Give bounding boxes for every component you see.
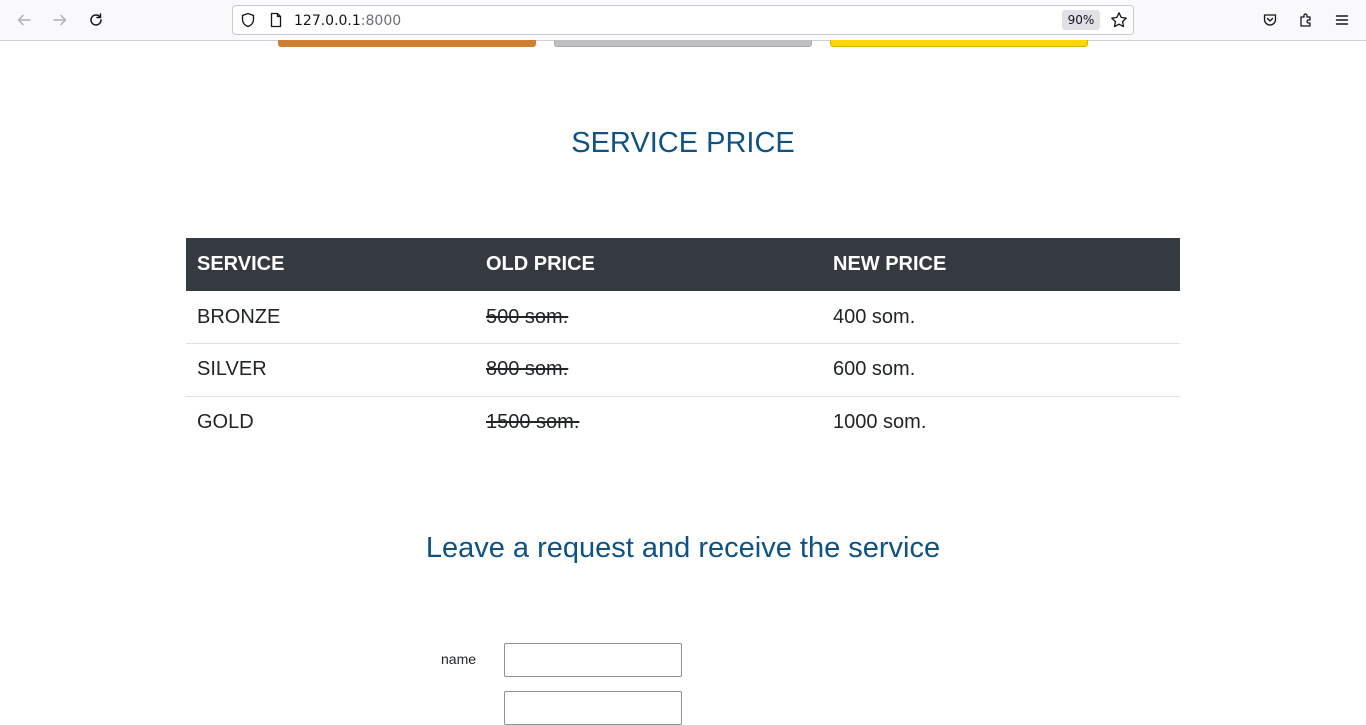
gold-button[interactable] xyxy=(830,40,1088,47)
service-cell: BRONZE xyxy=(186,291,475,344)
service-cell: SILVER xyxy=(186,343,475,397)
table-row: SILVER 800 som. 600 som. xyxy=(186,343,1180,397)
new-price-cell: 400 som. xyxy=(822,291,1180,344)
old-price-cell: 1500 som. xyxy=(486,411,580,433)
name-input[interactable] xyxy=(504,643,682,677)
page-icon[interactable] xyxy=(268,12,284,28)
table-header-row: SERVICE OLD PRICE NEW PRICE xyxy=(186,238,1180,291)
column-header-new-price: NEW PRICE xyxy=(822,238,1180,291)
star-icon[interactable] xyxy=(1110,11,1128,29)
url-host: 127.0.0.1 xyxy=(294,13,361,29)
service-cell: GOLD xyxy=(197,411,254,433)
url-bar[interactable]: 127.0.0.1:8000 90% xyxy=(232,5,1134,35)
table-row: GOLD 1500 som. 1000 som. xyxy=(186,396,1180,449)
url-port: :8000 xyxy=(360,13,402,29)
back-icon[interactable] xyxy=(10,6,38,34)
zoom-level-badge[interactable]: 90% xyxy=(1062,10,1100,30)
old-price-cell: 500 som. xyxy=(475,291,822,344)
menu-icon[interactable] xyxy=(1328,6,1356,34)
name-label: name xyxy=(441,651,477,667)
shield-icon[interactable] xyxy=(240,12,256,28)
pocket-icon[interactable] xyxy=(1256,6,1284,34)
request-section-title: Leave a request and receive the service xyxy=(425,532,941,564)
bronze-button[interactable] xyxy=(278,40,536,47)
reload-icon[interactable] xyxy=(82,6,110,34)
table-row: BRONZE 500 som. 400 som. xyxy=(186,291,1180,344)
silver-button[interactable] xyxy=(554,40,812,47)
forward-icon[interactable] xyxy=(46,6,74,34)
column-header-service: SERVICE xyxy=(186,238,475,291)
extensions-icon[interactable] xyxy=(1292,6,1320,34)
service-price-title: SERVICE PRICE xyxy=(571,127,795,159)
browser-toolbar: 127.0.0.1:8000 90% xyxy=(0,0,1366,41)
url-text[interactable]: 127.0.0.1:8000 xyxy=(294,12,401,30)
column-header-old-price: OLD PRICE xyxy=(475,238,822,291)
old-price-cell: 800 som. xyxy=(475,343,822,397)
new-price-cell: 600 som. xyxy=(822,343,1180,397)
price-table: SERVICE OLD PRICE NEW PRICE BRONZE 500 s… xyxy=(186,238,1180,449)
second-input[interactable] xyxy=(504,691,682,725)
new-price-cell: 1000 som. xyxy=(833,411,927,433)
